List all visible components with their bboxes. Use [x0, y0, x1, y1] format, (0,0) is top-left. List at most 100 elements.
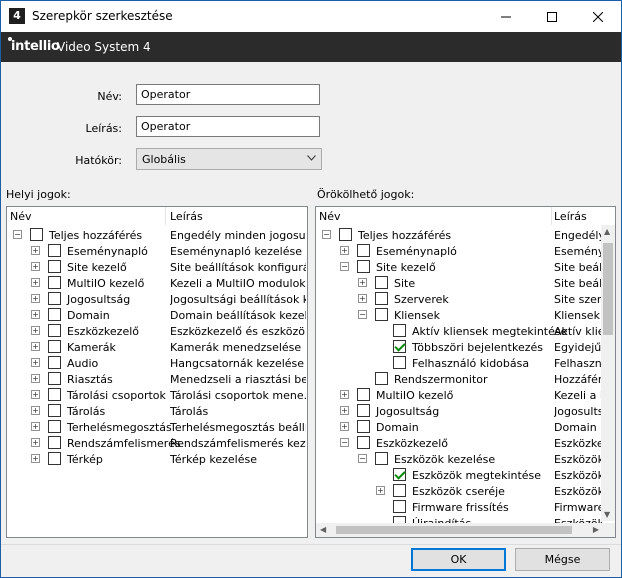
collapse-icon[interactable]: − [358, 310, 367, 319]
inherited-tree-row[interactable]: + Site Site beállít [316, 275, 615, 291]
horizontal-scroll-thumb[interactable] [336, 526, 572, 534]
inherited-tree-row[interactable]: + Domain Domain be [316, 419, 615, 435]
inherited-col-desc[interactable]: Leírás [554, 210, 587, 223]
local-row-checkbox[interactable] [30, 228, 43, 241]
inherited-row-checkbox[interactable] [375, 372, 388, 385]
expand-icon[interactable]: + [31, 278, 40, 287]
name-input[interactable]: Operator [136, 84, 320, 105]
collapse-icon[interactable]: − [340, 262, 349, 271]
expand-icon[interactable]: + [31, 310, 40, 319]
scroll-down-icon[interactable]: ▼ [604, 510, 610, 519]
inherited-tree-row[interactable]: Firmware frissítés Firmware [316, 499, 615, 515]
expand-icon[interactable]: + [31, 390, 40, 399]
inherited-col-name[interactable]: Név [319, 210, 341, 223]
inherited-row-checkbox[interactable] [357, 436, 370, 449]
vertical-scroll-thumb[interactable] [603, 243, 613, 335]
inherited-row-checkbox[interactable] [393, 356, 406, 369]
local-tree-row[interactable]: + Rendszámfelismerés Rendszámfelismerés ke… [7, 435, 307, 451]
expand-icon[interactable]: + [31, 262, 40, 271]
inherited-tree-row[interactable]: + Eseménynapló Eseményn [316, 243, 615, 259]
expand-icon[interactable]: + [340, 422, 349, 431]
inherited-tree-row[interactable]: + Jogosultság Jogosultság [316, 403, 615, 419]
expand-icon[interactable]: + [31, 454, 40, 463]
minimize-button[interactable] [483, 1, 529, 32]
local-tree-row[interactable]: + Site kezelő Site beállítások konfigurál.… [7, 259, 307, 275]
inherited-tree-row[interactable]: Eszközök megtekintése Eszközök [316, 467, 615, 483]
inherited-row-checkbox[interactable] [357, 244, 370, 257]
description-input[interactable]: Operator [136, 116, 320, 137]
inherited-row-checkbox[interactable] [357, 388, 370, 401]
scroll-right-icon[interactable]: ▶ [593, 525, 599, 534]
inherited-tree-row[interactable]: Rendszermonitor Hozzáférés [316, 371, 615, 387]
local-row-checkbox[interactable] [48, 420, 61, 433]
inherited-row-checkbox[interactable] [393, 500, 406, 513]
inherited-row-checkbox[interactable] [375, 308, 388, 321]
scroll-up-icon[interactable]: ▲ [604, 227, 610, 236]
local-row-checkbox[interactable] [48, 340, 61, 353]
inherited-row-checkbox[interactable] [393, 484, 406, 497]
inherited-row-checkbox[interactable] [393, 468, 406, 481]
expand-icon[interactable]: + [31, 246, 40, 255]
collapse-icon[interactable]: − [340, 438, 349, 447]
scroll-left-icon[interactable]: ◀ [320, 525, 326, 534]
horizontal-scrollbar[interactable]: ◀ ▶ [316, 523, 602, 537]
local-row-checkbox[interactable] [48, 388, 61, 401]
local-row-checkbox[interactable] [48, 276, 61, 289]
local-row-checkbox[interactable] [48, 308, 61, 321]
inherited-tree-row[interactable]: + Eszközök cseréje Eszközök [316, 483, 615, 499]
expand-icon[interactable]: + [340, 246, 349, 255]
local-row-checkbox[interactable] [48, 244, 61, 257]
collapse-icon[interactable]: − [13, 230, 22, 239]
inherited-row-checkbox[interactable] [393, 324, 406, 337]
expand-icon[interactable]: + [31, 294, 40, 303]
inherited-row-checkbox[interactable] [357, 420, 370, 433]
expand-icon[interactable]: + [31, 406, 40, 415]
local-tree-row[interactable]: − Teljes hozzáférés Engedély minden jogosu… [7, 227, 307, 243]
inherited-row-checkbox[interactable] [357, 260, 370, 273]
cancel-button[interactable]: Mégse [515, 548, 610, 571]
vertical-scrollbar[interactable]: ▲ ▼ [601, 225, 615, 521]
inherited-tree-row[interactable]: Többszöri bejelentkezés Egyidejűl [316, 339, 615, 355]
local-col-name[interactable]: Név [10, 210, 32, 223]
expand-icon[interactable]: + [340, 406, 349, 415]
expand-icon[interactable]: + [376, 486, 385, 495]
maximize-button[interactable] [529, 1, 575, 32]
local-col-desc[interactable]: Leírás [170, 210, 203, 223]
local-row-checkbox[interactable] [48, 372, 61, 385]
inherited-tree-row[interactable]: − Eszközök kezelése Eszközök [316, 451, 615, 467]
expand-icon[interactable]: + [340, 390, 349, 399]
scope-dropdown[interactable]: Globális [136, 148, 322, 170]
inherited-tree-row[interactable]: − Site kezelő Site beállít [316, 259, 615, 275]
collapse-icon[interactable]: − [358, 454, 367, 463]
local-row-checkbox[interactable] [48, 292, 61, 305]
local-row-checkbox[interactable] [48, 356, 61, 369]
local-tree-row[interactable]: + Terhelésmegosztás Terhelésmegosztás beál… [7, 419, 307, 435]
collapse-icon[interactable]: − [322, 230, 331, 239]
close-button[interactable] [575, 1, 621, 32]
expand-icon[interactable]: + [358, 294, 367, 303]
local-tree-row[interactable]: + Jogosultság Jogosultsági beállítások k..… [7, 291, 307, 307]
inherited-tree-row[interactable]: Aktív kliensek megtekintéseAktív klien [316, 323, 615, 339]
local-tree-row[interactable]: + Tárolási csoportok Tárolási csoportok me… [7, 387, 307, 403]
expand-icon[interactable]: + [358, 278, 367, 287]
expand-icon[interactable]: + [31, 326, 40, 335]
expand-icon[interactable]: + [31, 374, 40, 383]
local-tree-row[interactable]: + Eszközkezelő Eszközkezelő és eszközö... [7, 323, 307, 339]
inherited-row-checkbox[interactable] [393, 340, 406, 353]
inherited-row-checkbox[interactable] [339, 228, 352, 241]
local-tree-row[interactable]: + Eseménynapló Eseménynapló kezelése [7, 243, 307, 259]
expand-icon[interactable]: + [31, 438, 40, 447]
inherited-row-checkbox[interactable] [357, 404, 370, 417]
local-tree-row[interactable]: + Tárolás Tárolás [7, 403, 307, 419]
local-tree-row[interactable]: + Térkép Térkép kezelése [7, 451, 307, 467]
expand-icon[interactable]: + [31, 342, 40, 351]
local-row-checkbox[interactable] [48, 452, 61, 465]
local-tree-row[interactable]: + Kamerák Kamerák menedzselése [7, 339, 307, 355]
expand-icon[interactable]: + [31, 422, 40, 431]
inherited-tree-row[interactable]: + MultiIO kezelő Kezeli a M [316, 387, 615, 403]
local-row-checkbox[interactable] [48, 260, 61, 273]
inherited-rights-tree[interactable]: Név Leírás − Teljes hozzáférés Engedély + Es… [315, 206, 616, 538]
local-tree-row[interactable]: + MultiIO kezelő Kezeli a MultiIO modulok … [7, 275, 307, 291]
expand-icon[interactable]: + [31, 358, 40, 367]
inherited-tree-row[interactable]: − Kliensek Kliensek [316, 307, 615, 323]
